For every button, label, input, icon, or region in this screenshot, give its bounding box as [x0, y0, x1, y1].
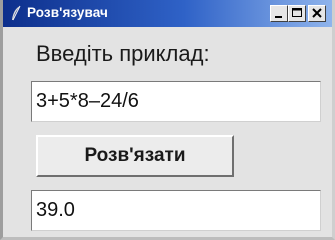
app-window: Розв'язувач Введіть приклад: 3+5*8–24/6 …: [0, 0, 335, 240]
maximize-button[interactable]: [288, 5, 306, 22]
title-bar[interactable]: Розв'язувач: [3, 0, 332, 27]
close-button[interactable]: [308, 5, 326, 22]
window-title: Розв'язувач: [27, 5, 108, 20]
minimize-button[interactable]: [270, 5, 288, 22]
prompt-label: Введіть приклад:: [36, 41, 210, 66]
solve-button[interactable]: Розв'язати: [36, 135, 234, 177]
expression-input[interactable]: 3+5*8–24/6: [31, 81, 321, 122]
feather-icon: [10, 5, 22, 22]
result-output[interactable]: 39.0: [31, 190, 321, 231]
